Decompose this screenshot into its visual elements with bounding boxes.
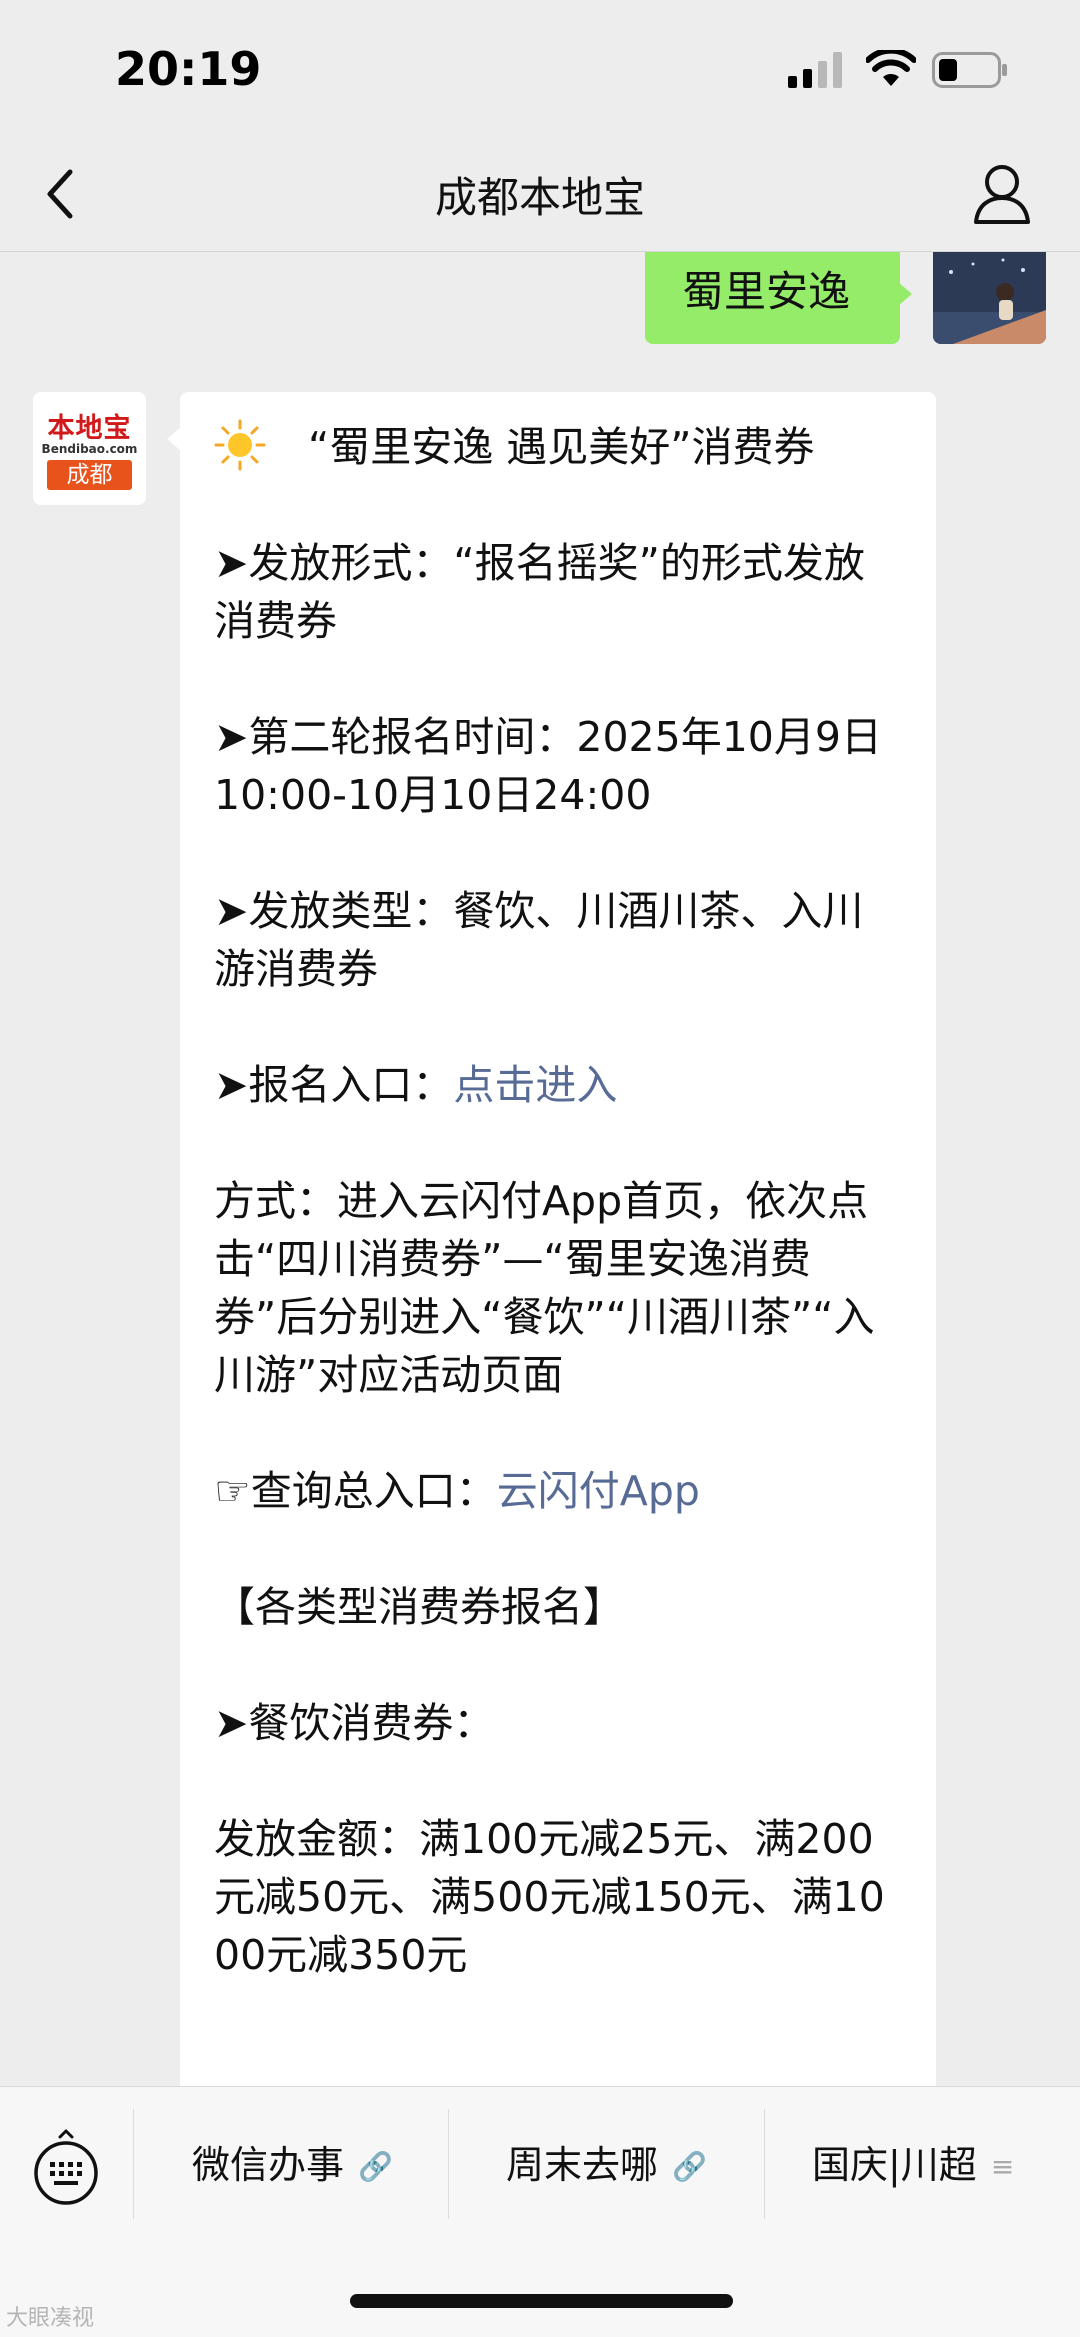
outgoing-bubble-tail	[898, 282, 912, 306]
menu-divider	[448, 2109, 449, 2219]
message-title-text: “蜀里安逸 遇见美好”消费券	[308, 423, 815, 471]
click-enter-link[interactable]: 点击进入	[453, 1061, 617, 1109]
wifi-icon	[866, 50, 916, 86]
incoming-bubble-tail	[167, 427, 181, 451]
incoming-message-bubble[interactable]: “蜀里安逸 遇见美好”消费券 ➤发放形式：“报名摇奖”的形式发放消费券 ➤第二轮…	[180, 392, 936, 2086]
submenu-icon: ≡	[990, 2150, 1015, 2183]
cellular-signal-icon	[788, 52, 842, 88]
link-icon: 🔗	[672, 2150, 707, 2183]
sender-avatar[interactable]: 本地宝 Bendibao.com 成都	[33, 392, 146, 505]
watermark: 大眼凑视	[6, 2306, 95, 2331]
menu-item-wechat-services[interactable]: 微信办事 🔗	[192, 2135, 393, 2195]
section-heading: 【各类型消费券报名】	[214, 1583, 624, 1631]
chat-area[interactable]: 蜀里安逸 本地宝 Bendibao.com 成都 “蜀里安逸 遇见美好”消费券 …	[0, 252, 1080, 2086]
page-title: 成都本地宝	[434, 173, 645, 222]
keyboard-icon[interactable]	[30, 2127, 102, 2207]
logo-city: 成都	[47, 460, 132, 490]
outgoing-message-bubble[interactable]: 蜀里安逸	[645, 252, 900, 344]
query-entry: ☞查询总入口：云闪付App	[214, 1462, 902, 1520]
profile-icon[interactable]	[972, 162, 1032, 226]
status-time: 20:19	[115, 42, 262, 96]
menu-divider	[764, 2109, 765, 2219]
home-indicator[interactable]	[350, 2294, 733, 2308]
dining-coupon-heading: ➤餐饮消费券：	[214, 1699, 495, 1747]
registration-entry-label: ➤报名入口：	[214, 1061, 454, 1109]
query-entry-label: ☞查询总入口：	[214, 1467, 497, 1515]
coupon-amounts: 发放金额：满100元减25元、满200元减50元、满500元减150元、满100…	[214, 1815, 885, 1979]
logo-domain: Bendibao.com	[41, 442, 138, 456]
unionpay-app-link[interactable]: 云闪付App	[497, 1467, 700, 1515]
method-description: 方式：进入云闪付App首页，依次点击“四川消费券”—“蜀里安逸消费券”后分别进入…	[214, 1177, 875, 1399]
message-title: “蜀里安逸 遇见美好”消费券	[214, 418, 902, 476]
menu-item-label: 周末去哪	[506, 2143, 659, 2187]
link-icon: 🔗	[358, 2150, 393, 2183]
menu-item-label: 微信办事	[192, 2143, 345, 2187]
nav-bar: 成都本地宝	[0, 140, 1080, 252]
user-avatar[interactable]	[933, 252, 1046, 344]
distribution-type: ➤发放类型：餐饮、川酒川茶、入川游消费券	[214, 887, 864, 993]
menu-item-national-day[interactable]: 国庆|川超 ≡	[812, 2135, 1014, 2195]
battery-icon	[932, 52, 1007, 88]
registration-time: ➤第二轮报名时间：2025年10月9日10:00-10月10日24:00	[214, 713, 882, 819]
registration-entry: ➤报名入口：点击进入	[214, 1056, 902, 1114]
status-bar: 20:19	[0, 0, 1080, 140]
logo-text: 本地宝	[47, 413, 132, 444]
distribution-form: ➤发放形式：“报名摇奖”的形式发放消费券	[214, 539, 865, 645]
menu-divider	[133, 2109, 134, 2219]
sun-icon	[214, 419, 266, 471]
menu-item-weekend[interactable]: 周末去哪 🔗	[506, 2135, 707, 2195]
menu-item-label: 国庆|川超	[812, 2143, 977, 2187]
